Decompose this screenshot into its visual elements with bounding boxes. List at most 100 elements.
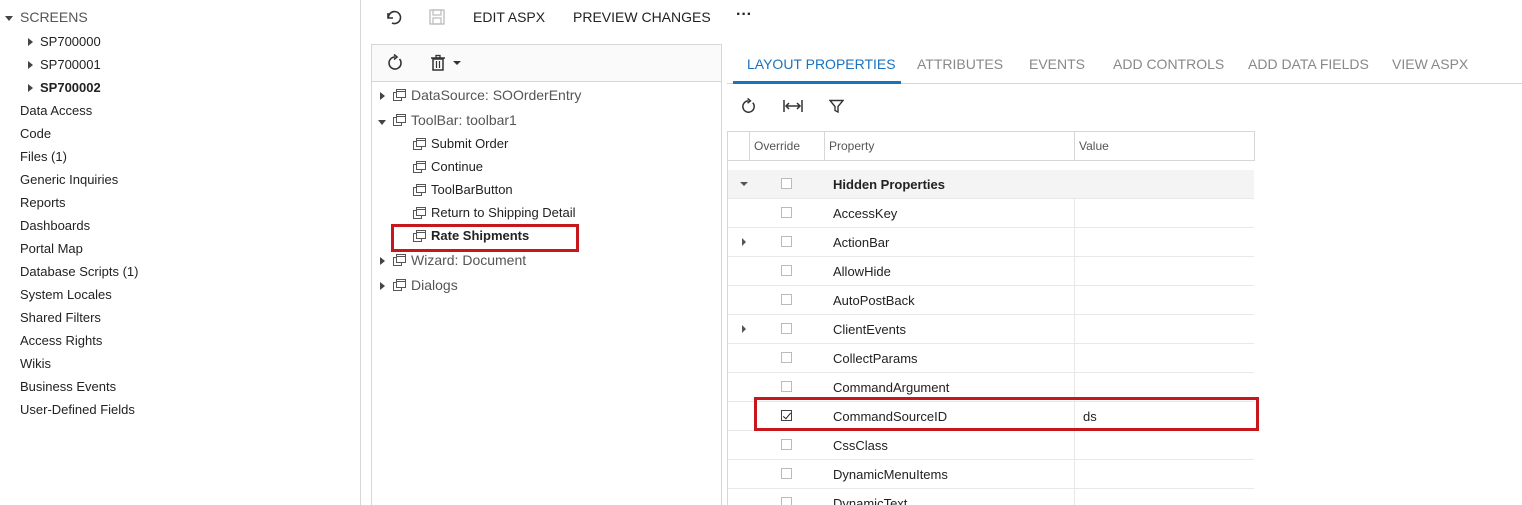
nav-item-database-scripts[interactable]: Database Scripts (1) (20, 264, 139, 279)
properties-grid: Override Property Value Hidden Propertie… (727, 131, 1259, 505)
chevron-right-icon[interactable] (742, 238, 746, 246)
refresh-icon[interactable] (740, 98, 757, 115)
column-header-value[interactable]: Value (1075, 132, 1255, 161)
override-checkbox[interactable] (781, 497, 792, 505)
chevron-down-icon[interactable] (453, 61, 461, 65)
tab-attributes[interactable]: ATTRIBUTES (917, 56, 1003, 72)
table-row[interactable]: AccessKey (728, 199, 1254, 228)
override-checkbox[interactable] (781, 381, 792, 392)
command-source-id-highlight (754, 397, 1259, 431)
fit-width-icon[interactable] (783, 99, 803, 113)
chevron-right-icon[interactable] (380, 282, 385, 290)
override-checkbox[interactable] (781, 265, 792, 276)
more-button[interactable]: ··· (736, 6, 752, 24)
cell-divider (1074, 315, 1075, 343)
nav-item-shared-filters[interactable]: Shared Filters (20, 310, 101, 325)
tab-layout-properties[interactable]: LAYOUT PROPERTIES (747, 56, 896, 72)
screen-item-sp700000[interactable]: SP700000 (28, 34, 101, 49)
nav-item-files[interactable]: Files (1) (20, 149, 67, 164)
nav-item-user-defined-fields[interactable]: User-Defined Fields (20, 402, 135, 417)
tree-node-return-to-shipping-detail[interactable]: Return to Shipping Detail (413, 205, 576, 220)
screen-item-sp700002[interactable]: SP700002 (28, 80, 101, 95)
override-checkbox[interactable] (781, 439, 792, 450)
property-name: DynamicText (833, 496, 908, 505)
column-header-override[interactable]: Override (750, 132, 825, 161)
chevron-right-icon (28, 83, 33, 92)
cell-divider (1074, 286, 1075, 314)
control-icon (413, 160, 426, 173)
table-row[interactable]: DynamicMenuItems (728, 460, 1254, 489)
top-toolbar: EDIT ASPX PREVIEW CHANGES ··· (362, 0, 1522, 36)
undo-icon[interactable] (383, 7, 403, 27)
table-row[interactable]: AllowHide (728, 257, 1254, 286)
chevron-right-icon[interactable] (380, 92, 385, 100)
control-tree-panel: DataSource: SOOrderEntry ToolBar: toolba… (371, 44, 722, 505)
nav-item-business-events[interactable]: Business Events (20, 379, 116, 394)
chevron-right-icon[interactable] (742, 325, 746, 333)
refresh-icon[interactable] (386, 54, 404, 72)
chevron-right-icon[interactable] (380, 257, 385, 265)
table-row[interactable]: ClientEvents (728, 315, 1254, 344)
property-name: Hidden Properties (833, 177, 945, 192)
tree-node-toolbar[interactable]: ToolBar: toolbar1 (393, 112, 517, 128)
nav-item-dashboards[interactable]: Dashboards (20, 218, 90, 233)
control-icon (413, 206, 426, 219)
table-row[interactable]: CssClass (728, 431, 1254, 460)
rate-shipments-highlight (391, 224, 579, 252)
edit-aspx-button[interactable]: EDIT ASPX (473, 9, 545, 25)
trash-icon[interactable] (430, 54, 446, 72)
property-name: ClientEvents (833, 322, 906, 337)
property-name: CssClass (833, 438, 888, 453)
nav-item-reports[interactable]: Reports (20, 195, 66, 210)
nav-item-generic-inquiries[interactable]: Generic Inquiries (20, 172, 118, 187)
cell-divider (1074, 344, 1075, 372)
table-row[interactable]: CollectParams (728, 344, 1254, 373)
column-header-property[interactable]: Property (825, 132, 1075, 161)
override-checkbox[interactable] (781, 178, 792, 189)
override-checkbox[interactable] (781, 468, 792, 479)
nav-item-portal-map[interactable]: Portal Map (20, 241, 83, 256)
override-checkbox[interactable] (781, 236, 792, 247)
tree-node-datasource[interactable]: DataSource: SOOrderEntry (393, 87, 581, 103)
property-name: AutoPostBack (833, 293, 915, 308)
control-icon (393, 254, 406, 266)
screens-node[interactable]: SCREENS (5, 9, 88, 25)
chevron-down-icon[interactable] (740, 182, 748, 186)
tree-node-wizard[interactable]: Wizard: Document (393, 252, 526, 268)
override-checkbox[interactable] (781, 323, 792, 334)
nav-item-data-access[interactable]: Data Access (20, 103, 92, 118)
tab-view-aspx[interactable]: VIEW ASPX (1392, 56, 1468, 72)
properties-toolbar (727, 92, 1522, 122)
tab-add-data-fields[interactable]: ADD DATA FIELDS (1248, 56, 1369, 72)
tree-node-toolbarbutton[interactable]: ToolBarButton (413, 182, 513, 197)
screens-label: SCREENS (20, 9, 88, 25)
preview-changes-button[interactable]: PREVIEW CHANGES (573, 9, 711, 25)
screen-item-sp700001[interactable]: SP700001 (28, 57, 101, 72)
chevron-right-icon (28, 60, 33, 69)
table-row[interactable]: AutoPostBack (728, 286, 1254, 315)
tree-node-dialogs[interactable]: Dialogs (393, 277, 458, 293)
nav-item-wikis[interactable]: Wikis (20, 356, 51, 371)
table-row[interactable]: ActionBar (728, 228, 1254, 257)
save-icon[interactable] (427, 7, 447, 27)
tree-node-continue[interactable]: Continue (413, 159, 483, 174)
left-navigation: SCREENS SP700000 SP700001 SP700002 Data … (0, 0, 361, 505)
grid-header-spacer (728, 132, 750, 161)
override-checkbox[interactable] (781, 294, 792, 305)
table-row[interactable]: Hidden Properties (728, 170, 1254, 199)
properties-tabs: LAYOUT PROPERTIES ATTRIBUTES EVENTS ADD … (727, 44, 1522, 84)
cell-divider (1074, 489, 1075, 505)
tree-node-submit-order[interactable]: Submit Order (413, 136, 508, 151)
override-checkbox[interactable] (781, 207, 792, 218)
tab-add-controls[interactable]: ADD CONTROLS (1113, 56, 1224, 72)
nav-item-access-rights[interactable]: Access Rights (20, 333, 102, 348)
chevron-right-icon (28, 37, 33, 46)
table-row[interactable]: DynamicText (728, 489, 1254, 505)
active-tab-indicator (733, 81, 901, 84)
tab-events[interactable]: EVENTS (1029, 56, 1085, 72)
chevron-down-icon[interactable] (378, 120, 386, 125)
filter-icon[interactable] (829, 99, 844, 114)
nav-item-code[interactable]: Code (20, 126, 51, 141)
nav-item-system-locales[interactable]: System Locales (20, 287, 112, 302)
override-checkbox[interactable] (781, 352, 792, 363)
